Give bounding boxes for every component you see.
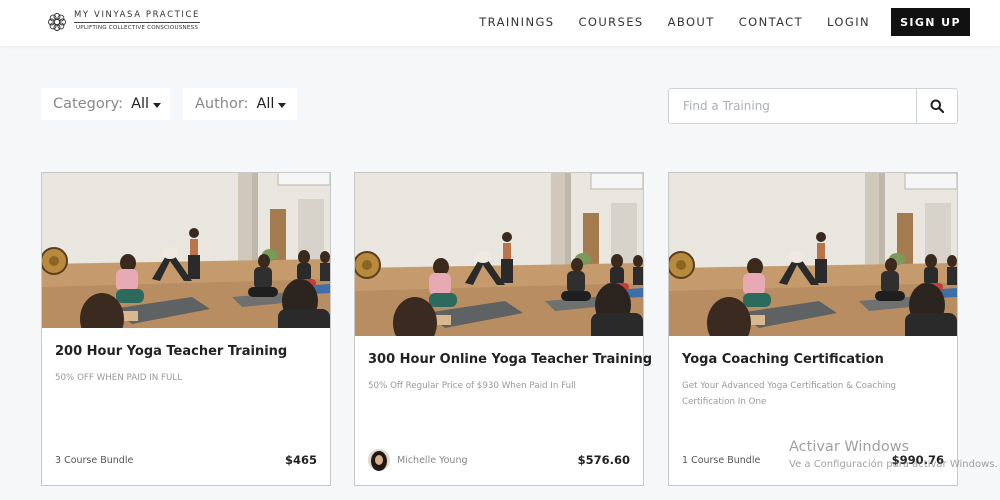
nav-trainings[interactable]: TRAININGS xyxy=(479,15,554,29)
author-filter[interactable]: Author: All xyxy=(183,88,297,120)
search-button[interactable] xyxy=(916,89,957,123)
card-price: $465 xyxy=(284,453,317,467)
yoga-class-photo xyxy=(355,173,643,336)
caret-down-icon xyxy=(278,102,287,108)
card-price: $576.60 xyxy=(577,453,630,467)
card-title[interactable]: Yoga Coaching Certification xyxy=(682,352,884,367)
training-card-200-hour[interactable]: 200 Hour Yoga Teacher Training 50% OFF W… xyxy=(41,172,331,486)
lotus-logo-icon xyxy=(48,13,66,31)
nav-login[interactable]: LOGIN xyxy=(827,15,870,29)
nav-contact[interactable]: CONTACT xyxy=(739,15,803,29)
card-title[interactable]: 200 Hour Yoga Teacher Training xyxy=(55,344,287,359)
site-header: MY VINYASA PRACTICE UPLIFTING COLLECTIVE… xyxy=(0,0,1000,46)
caret-down-icon xyxy=(153,102,162,108)
card-title[interactable]: 300 Hour Online Yoga Teacher Training xyxy=(368,352,652,367)
course-bundle-label: 3 Course Bundle xyxy=(55,454,134,466)
yoga-class-photo xyxy=(669,173,957,336)
windows-activation-subtitle: Ve a Configuración para activar Windows. xyxy=(789,459,998,470)
training-card-300-hour[interactable]: 300 Hour Online Yoga Teacher Training 50… xyxy=(354,172,652,486)
author-name: Michelle Young xyxy=(397,454,468,466)
card-author[interactable]: Michelle Young xyxy=(368,449,468,471)
brand-tagline: UPLIFTING COLLECTIVE CONSCIOUSNESS xyxy=(76,25,199,31)
brand-logo[interactable]: MY VINYASA PRACTICE UPLIFTING COLLECTIVE… xyxy=(46,9,216,37)
card-subtitle: 50% Off Regular Price of $930 When Paid … xyxy=(368,381,576,391)
brand-divider xyxy=(74,22,200,23)
signup-button[interactable]: SIGN UP xyxy=(891,8,970,36)
yoga-class-photo xyxy=(42,173,330,328)
search-input[interactable] xyxy=(669,89,917,123)
windows-activation-title: Activar Windows xyxy=(789,439,910,455)
category-filter-label: Category: xyxy=(53,96,124,112)
course-bundle-label: 1 Course Bundle xyxy=(682,454,761,466)
card-subtitle: Get Your Advanced Yoga Certification & C… xyxy=(682,381,897,407)
category-filter-value: All xyxy=(131,96,150,112)
training-search xyxy=(668,88,958,124)
avatar xyxy=(368,449,390,471)
author-filter-label: Author: xyxy=(195,96,249,112)
author-filter-value: All xyxy=(256,96,275,112)
card-subtitle: 50% OFF WHEN PAID IN FULL xyxy=(55,373,183,383)
nav-courses[interactable]: COURSES xyxy=(578,15,643,29)
nav-about[interactable]: ABOUT xyxy=(668,15,715,29)
brand-title: MY VINYASA PRACTICE xyxy=(74,10,201,20)
search-icon xyxy=(930,99,944,113)
main-nav: TRAININGS COURSES ABOUT CONTACT LOGIN SI… xyxy=(479,8,970,36)
category-filter[interactable]: Category: All xyxy=(41,88,170,120)
card-footer: 3 Course Bundle $465 xyxy=(55,450,317,470)
card-footer: Michelle Young $576.60 xyxy=(368,449,630,471)
